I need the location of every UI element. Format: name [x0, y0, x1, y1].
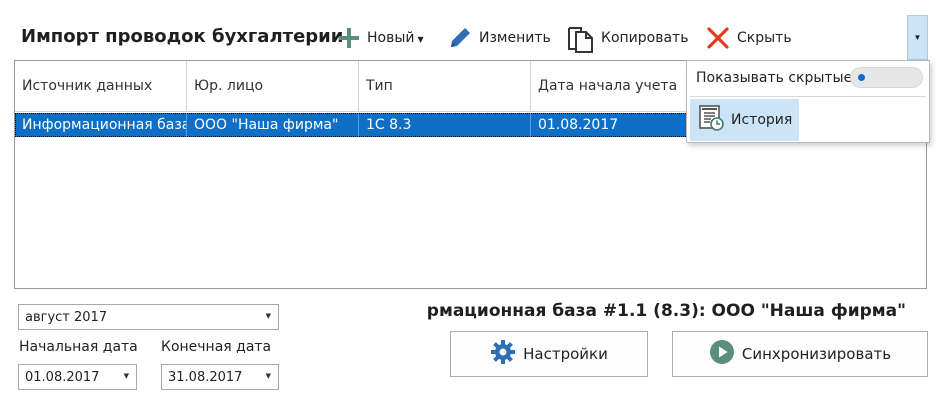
more-menu-popup: Показывать скрытые История	[686, 60, 930, 143]
table-cell: 01.08.2017	[531, 113, 703, 137]
hide-button[interactable]: Скрыть	[705, 18, 792, 58]
copy-icon	[567, 23, 595, 53]
sync-button[interactable]: Синхронизировать	[672, 331, 928, 377]
history-label: История	[731, 112, 793, 128]
close-icon	[705, 25, 731, 51]
history-document-icon	[697, 104, 725, 136]
start-date-label: Начальная дата	[19, 339, 138, 355]
show-hidden-label: Показывать скрытые	[696, 70, 853, 86]
end-date-picker[interactable]: 31.08.2017 ▼	[161, 364, 279, 390]
gear-icon	[490, 339, 516, 369]
pencil-icon	[447, 25, 473, 51]
month-select[interactable]: август 2017 ▼	[18, 304, 279, 330]
database-title-text: Информационная база #1.1 (8.3): ООО "Наш…	[426, 301, 906, 321]
chevron-down-icon: ▼	[265, 312, 271, 320]
copy-button-label: Копировать	[601, 30, 689, 46]
hide-button-label: Скрыть	[737, 30, 792, 46]
month-select-value: август 2017	[25, 309, 108, 325]
settings-button[interactable]: Настройки	[450, 331, 648, 377]
chevron-down-icon: ▼	[417, 34, 424, 44]
new-button-label: Новый	[367, 30, 415, 46]
column-header-source[interactable]: Источник данных	[15, 61, 187, 111]
new-button[interactable]: Новый ▼	[337, 18, 424, 58]
chevron-down-icon: ▼	[265, 372, 271, 380]
menu-divider	[690, 96, 926, 97]
chevron-down-icon: ▼	[123, 372, 129, 380]
column-header-start-date[interactable]: Дата начала учета	[531, 61, 703, 111]
settings-button-label: Настройки	[523, 345, 608, 363]
toggle-knob	[858, 74, 865, 81]
column-header-type[interactable]: Тип	[359, 61, 531, 111]
edit-button[interactable]: Изменить	[447, 18, 551, 58]
show-hidden-row: Показывать скрытые	[687, 61, 929, 95]
sync-button-label: Синхронизировать	[741, 345, 892, 363]
history-menu-item[interactable]: История	[690, 99, 799, 141]
column-header-entity[interactable]: Юр. лицо	[187, 61, 359, 111]
end-date-label: Конечная дата	[161, 339, 272, 355]
start-date-picker[interactable]: 01.08.2017 ▼	[18, 364, 137, 390]
end-date-value: 31.08.2017	[168, 369, 243, 385]
chevron-down-icon: ▼	[913, 33, 922, 42]
edit-button-label: Изменить	[479, 30, 551, 46]
copy-button[interactable]: Копировать	[567, 18, 688, 58]
more-menu-button[interactable]: ▼	[907, 15, 928, 60]
table-cell: Информационная база #1.1	[15, 113, 187, 137]
table-cell: ООО "Наша фирма"	[187, 113, 359, 137]
play-icon	[709, 339, 735, 369]
page-title: Импорт проводок бухгалтерии	[21, 26, 344, 47]
plus-icon	[337, 26, 361, 50]
table-cell: 1С 8.3	[359, 113, 531, 137]
start-date-value: 01.08.2017	[25, 369, 100, 385]
show-hidden-toggle[interactable]	[850, 67, 923, 88]
database-title: Информационная база #1.1 (8.3): ООО "Наш…	[426, 301, 906, 325]
